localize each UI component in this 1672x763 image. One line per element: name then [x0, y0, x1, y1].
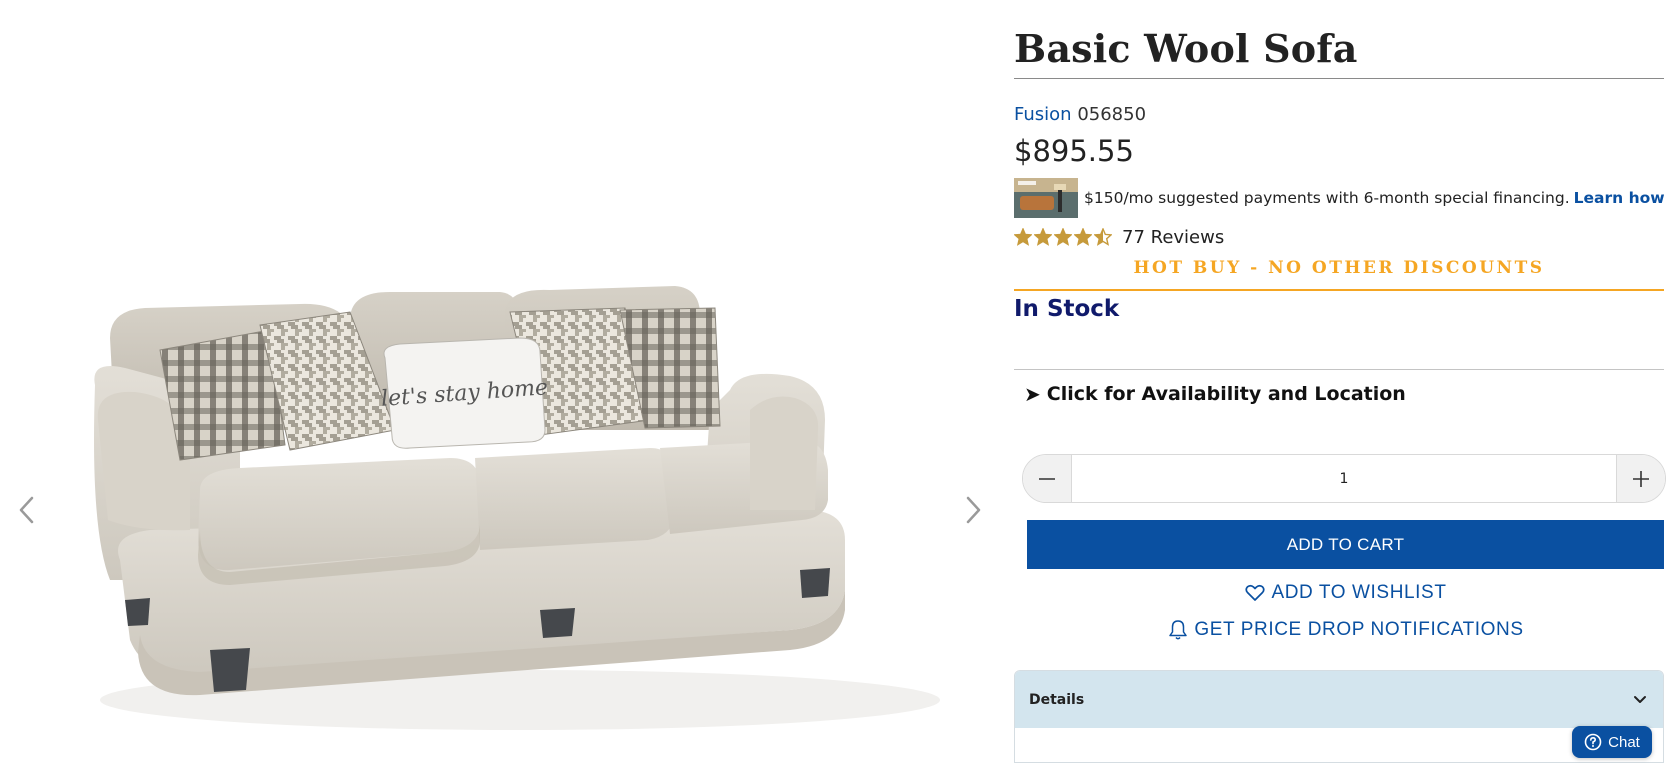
financing-row: $150/mo suggested payments with 6-month … [1014, 178, 1665, 218]
heart-icon [1245, 584, 1266, 601]
chat-button[interactable]: Chat [1572, 726, 1652, 758]
star-half-icon [1094, 228, 1112, 246]
financing-text: $150/mo suggested payments with 6-month … [1084, 189, 1570, 207]
brand-sku-line: Fusion 056850 [1014, 104, 1146, 125]
stock-divider [1014, 369, 1664, 370]
stock-status: In Stock [1014, 296, 1120, 322]
bell-icon [1169, 620, 1188, 640]
financing-thumbnail [1014, 178, 1078, 218]
plus-icon [1633, 470, 1649, 487]
product-info-panel: Basic Wool Sofa Fusion 056850 $895.55 $1… [1014, 0, 1666, 763]
star-full-icon [1014, 228, 1032, 246]
star-full-icon [1034, 228, 1052, 246]
reviews-link[interactable]: 77 Reviews [1122, 227, 1224, 248]
details-label: Details [1029, 691, 1085, 708]
star-full-icon [1074, 228, 1092, 246]
product-price: $895.55 [1014, 134, 1134, 168]
arrow-right-icon: ➤ [1024, 382, 1041, 406]
quantity-stepper: 1 [1022, 454, 1666, 503]
chevron-right-icon [966, 496, 981, 524]
title-divider [1014, 78, 1664, 79]
price-drop-label: GET PRICE DROP NOTIFICATIONS [1194, 619, 1524, 640]
promo-banner: HOT BUY - NO OTHER DISCOUNTS [1133, 258, 1545, 278]
sku: 056850 [1077, 104, 1147, 125]
availability-label: Click for Availability and Location [1046, 383, 1406, 405]
help-icon [1584, 733, 1602, 751]
details-header[interactable]: Details [1015, 671, 1663, 728]
product-image[interactable]: let's stay home [50, 280, 950, 763]
gallery-next-button[interactable] [956, 490, 990, 530]
product-title: Basic Wool Sofa [1014, 26, 1358, 71]
promo-divider [1014, 289, 1664, 291]
gallery-prev-button[interactable] [10, 490, 44, 530]
product-gallery: let's stay home [0, 0, 990, 763]
details-accordion: Details [1014, 670, 1664, 763]
quantity-input[interactable]: 1 [1071, 455, 1617, 502]
decrease-quantity-button[interactable] [1023, 455, 1071, 502]
learn-how-link[interactable]: Learn how [1574, 189, 1665, 207]
increase-quantity-button[interactable] [1617, 455, 1665, 502]
minus-icon [1039, 477, 1055, 480]
price-drop-button[interactable]: GET PRICE DROP NOTIFICATIONS [1014, 618, 1672, 642]
wishlist-label: ADD TO WISHLIST [1271, 582, 1447, 603]
availability-toggle[interactable]: ➤ Click for Availability and Location [1024, 382, 1406, 406]
add-to-wishlist-button[interactable]: ADD TO WISHLIST [1014, 581, 1672, 605]
star-rating[interactable] [1014, 228, 1112, 246]
chevron-left-icon [19, 496, 34, 524]
rating-row: 77 Reviews [1014, 226, 1224, 248]
brand-link[interactable]: Fusion [1014, 104, 1072, 125]
add-to-cart-button[interactable]: ADD TO CART [1027, 520, 1664, 569]
chevron-down-icon [1634, 695, 1646, 703]
star-full-icon [1054, 228, 1072, 246]
chat-label: Chat [1608, 733, 1640, 751]
